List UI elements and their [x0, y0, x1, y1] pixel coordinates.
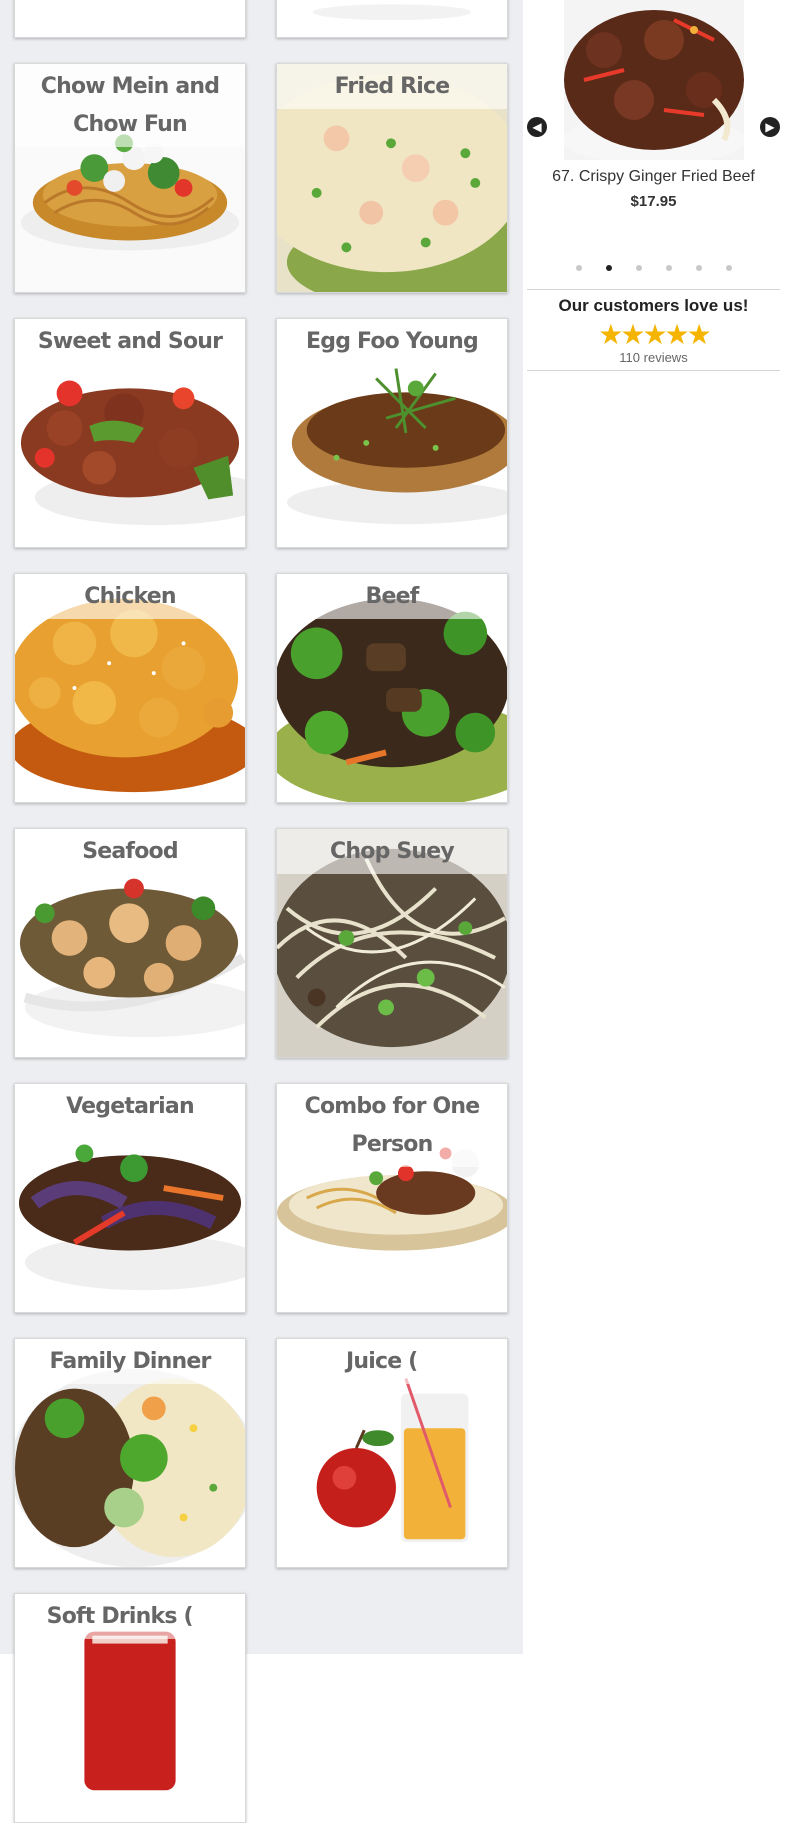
slider-dot[interactable]	[635, 265, 642, 271]
category-card[interactable]	[276, 0, 508, 38]
slider-prev-button[interactable]: ◀	[527, 117, 547, 137]
category-card-fried-rice[interactable]: Fried Rice	[276, 63, 508, 293]
category-title: Chicken	[15, 574, 245, 619]
category-title: Seafood	[15, 829, 245, 874]
slider-dot[interactable]	[695, 265, 702, 271]
category-card[interactable]	[14, 0, 246, 38]
category-card-egg-foo-young[interactable]: Egg Foo Young	[276, 318, 508, 548]
slider-dot[interactable]	[605, 265, 612, 271]
category-card-soft-drinks[interactable]: Soft Drinks (	[14, 1593, 246, 1823]
category-card-vegetarian[interactable]: Vegetarian	[14, 1083, 246, 1313]
dish-image	[277, 0, 507, 37]
featured-item-price: $17.95	[630, 193, 677, 210]
featured-dish-image[interactable]	[564, 0, 744, 160]
category-title: Juice (	[277, 1339, 507, 1384]
menu-category-grid: Chow Mein and Chow Fun Fried Rice Sweet …	[0, 0, 523, 1823]
category-title: Combo for One Person	[277, 1084, 507, 1167]
category-title: Beef	[277, 574, 507, 619]
reviews-heading: Our customers love us!	[558, 296, 749, 315]
slider-pagination	[527, 265, 780, 271]
slider-dot[interactable]	[665, 265, 672, 271]
slider-dot[interactable]	[725, 265, 732, 271]
category-title: Egg Foo Young	[277, 319, 507, 364]
category-card-beef[interactable]: Beef	[276, 573, 508, 803]
category-title: Soft Drinks (	[15, 1594, 245, 1639]
featured-item-name[interactable]: 67. Crispy Ginger Fried Beef	[527, 168, 780, 186]
category-card-chicken[interactable]: Chicken	[14, 573, 246, 803]
category-card-sweet-sour[interactable]: Sweet and Sour	[14, 318, 246, 548]
star-rating[interactable]: ★★★★★	[527, 318, 780, 351]
category-title: Sweet and Sour	[15, 319, 245, 364]
category-card-combo-one-person[interactable]: Combo for One Person	[276, 1083, 508, 1313]
featured-item-slider: ◀ ▶ 67. Crispy Ginger Fried Beef $17.95	[527, 0, 780, 278]
dish-image	[15, 0, 245, 37]
slider-dot[interactable]	[575, 265, 582, 271]
category-card-chow-mein[interactable]: Chow Mein and Chow Fun	[14, 63, 246, 293]
category-title: Vegetarian	[15, 1084, 245, 1129]
category-title: Fried Rice	[277, 64, 507, 109]
category-title: Chow Mein and Chow Fun	[15, 64, 245, 147]
category-card-chop-suey[interactable]: Chop Suey	[276, 828, 508, 1058]
reviews-count-link[interactable]: 110 reviews	[527, 350, 780, 365]
divider	[527, 370, 780, 371]
category-card-family-dinner[interactable]: Family Dinner	[14, 1338, 246, 1568]
category-card-seafood[interactable]: Seafood	[14, 828, 246, 1058]
slider-next-button[interactable]: ▶	[760, 117, 780, 137]
category-card-juice[interactable]: Juice (	[276, 1338, 508, 1568]
divider	[527, 289, 780, 290]
category-title: Family Dinner	[15, 1339, 245, 1384]
category-title: Chop Suey	[277, 829, 507, 874]
